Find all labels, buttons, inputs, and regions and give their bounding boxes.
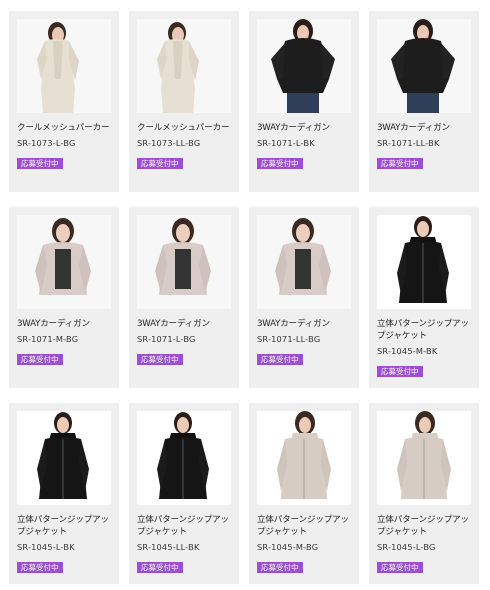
status-badge: 応募受付中	[257, 354, 303, 365]
product-code: SR-1045-L-BK	[17, 542, 75, 552]
product-image[interactable]	[137, 19, 231, 113]
status-badge: 応募受付中	[137, 158, 183, 169]
product-image[interactable]	[17, 215, 111, 309]
product-card[interactable]: 立体パターンジップアップジャケット SR-1045-M-BG 応募受付中	[249, 403, 359, 584]
product-card[interactable]: 3WAYカーディガン SR-1071-L-BK 応募受付中	[249, 11, 359, 192]
product-code: SR-1071-LL-BG	[257, 334, 321, 344]
product-name[interactable]: 3WAYカーディガン	[137, 318, 231, 330]
product-code: SR-1071-M-BG	[17, 334, 79, 344]
product-code: SR-1045-LL-BK	[137, 542, 200, 552]
product-card[interactable]: 立体パターンジップアップジャケット SR-1045-L-BK 応募受付中	[9, 403, 119, 584]
product-image[interactable]	[17, 411, 111, 505]
product-name[interactable]: 立体パターンジップアップジャケット	[17, 514, 111, 538]
status-badge: 応募受付中	[17, 354, 63, 365]
product-image[interactable]	[17, 19, 111, 113]
product-card[interactable]: 立体パターンジップアップジャケット SR-1045-LL-BK 応募受付中	[129, 403, 239, 584]
product-name[interactable]: クールメッシュパーカー	[17, 122, 111, 134]
product-name[interactable]: 3WAYカーディガン	[17, 318, 111, 330]
product-card[interactable]: 3WAYカーディガン SR-1071-M-BG 応募受付中	[9, 207, 119, 388]
product-card[interactable]: クールメッシュパーカー SR-1073-LL-BG 応募受付中	[129, 11, 239, 192]
status-badge: 応募受付中	[137, 562, 183, 573]
product-card[interactable]: クールメッシュパーカー SR-1073-L-BG 応募受付中	[9, 11, 119, 192]
product-card[interactable]: 3WAYカーディガン SR-1071-LL-BG 応募受付中	[249, 207, 359, 388]
product-code: SR-1073-LL-BG	[137, 138, 201, 148]
product-grid: クールメッシュパーカー SR-1073-L-BG 応募受付中 クールメッシュパー…	[0, 0, 490, 590]
product-card[interactable]: 立体パターンジップアップジャケット SR-1045-L-BG 応募受付中	[369, 403, 479, 584]
product-name[interactable]: 立体パターンジップアップジャケット	[377, 318, 471, 342]
product-image[interactable]	[257, 411, 351, 505]
product-card[interactable]: 3WAYカーディガン SR-1071-LL-BK 応募受付中	[369, 11, 479, 192]
status-badge: 応募受付中	[17, 158, 63, 169]
product-code: SR-1045-M-BK	[377, 346, 438, 356]
product-code: SR-1073-L-BG	[17, 138, 76, 148]
product-image[interactable]	[377, 215, 471, 309]
status-badge: 応募受付中	[377, 366, 423, 377]
product-name[interactable]: 立体パターンジップアップジャケット	[377, 514, 471, 538]
status-badge: 応募受付中	[257, 562, 303, 573]
product-image[interactable]	[257, 215, 351, 309]
status-badge: 応募受付中	[17, 562, 63, 573]
product-code: SR-1071-LL-BK	[377, 138, 440, 148]
product-image[interactable]	[377, 19, 471, 113]
product-code: SR-1071-L-BK	[257, 138, 315, 148]
product-image[interactable]	[257, 19, 351, 113]
status-badge: 応募受付中	[377, 562, 423, 573]
product-code: SR-1045-M-BG	[257, 542, 319, 552]
product-code: SR-1045-L-BG	[377, 542, 436, 552]
product-name[interactable]: 立体パターンジップアップジャケット	[137, 514, 231, 538]
status-badge: 応募受付中	[257, 158, 303, 169]
product-image[interactable]	[137, 411, 231, 505]
product-name[interactable]: クールメッシュパーカー	[137, 122, 231, 134]
status-badge: 応募受付中	[137, 354, 183, 365]
product-card[interactable]: 立体パターンジップアップジャケット SR-1045-M-BK 応募受付中	[369, 207, 479, 388]
product-name[interactable]: 3WAYカーディガン	[257, 318, 351, 330]
product-card[interactable]: 3WAYカーディガン SR-1071-L-BG 応募受付中	[129, 207, 239, 388]
product-image[interactable]	[137, 215, 231, 309]
product-name[interactable]: 3WAYカーディガン	[257, 122, 351, 134]
status-badge: 応募受付中	[377, 158, 423, 169]
product-code: SR-1071-L-BG	[137, 334, 196, 344]
product-name[interactable]: 立体パターンジップアップジャケット	[257, 514, 351, 538]
product-image[interactable]	[377, 411, 471, 505]
product-name[interactable]: 3WAYカーディガン	[377, 122, 471, 134]
